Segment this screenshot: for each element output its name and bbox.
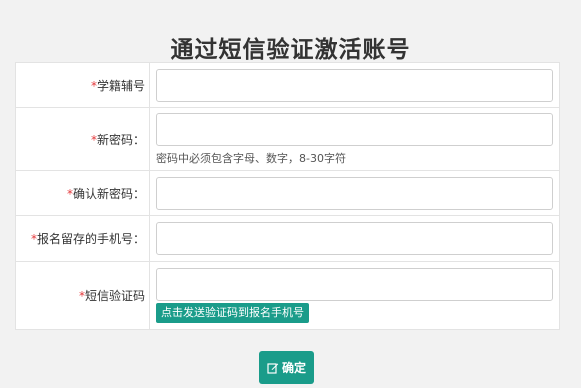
form-row-sms-code: *短信验证码 点击发送验证码到报名手机号 [15,261,560,330]
form-field-cell: 密码中必须包含字母、数字，8-30字符 [149,107,560,171]
form-row-phone: *报名留存的手机号： [15,215,560,262]
form-label-cell: *报名留存的手机号： [15,215,150,262]
edit-icon [267,362,279,374]
form-label-cell: *新密码： [15,107,150,171]
activation-form: *学籍辅号 *新密码： 密码中必须包含字母、数字，8-30字符 *确认新密码： [15,62,560,330]
confirm-button[interactable]: 确定 [259,351,314,384]
confirm-button-label: 确定 [281,361,306,375]
phone-input[interactable] [156,222,553,255]
student-id-input[interactable] [156,68,553,102]
form-row-confirm-password: *确认新密码： [15,170,560,216]
sms-code-input[interactable] [156,268,553,301]
new-password-input[interactable] [156,112,553,146]
confirm-password-input[interactable] [156,176,553,210]
form-row-new-password: *新密码： 密码中必须包含字母、数字，8-30字符 [15,107,560,171]
send-sms-code-button[interactable]: 点击发送验证码到报名手机号 [156,303,309,323]
phone-label: 报名留存的手机号： [36,232,145,246]
activation-page: 通过短信验证激活账号 *学籍辅号 *新密码： 密码中必须包含字母、数字，8-30… [0,0,581,388]
form-row-student-id: *学籍辅号 [15,62,560,108]
form-label-cell: *确认新密码： [15,170,150,216]
new-password-label: 新密码： [96,132,145,147]
sms-code-label: 短信验证码 [84,289,145,303]
form-label-cell: *短信验证码 [15,261,150,330]
confirm-password-label: 确认新密码： [72,186,145,201]
password-hint: 密码中必须包含字母、数字，8-30字符 [156,151,346,165]
page-title: 通过短信验证激活账号 [170,37,411,63]
form-field-cell: 点击发送验证码到报名手机号 [149,261,560,330]
form-field-cell [149,170,560,216]
form-field-cell [149,215,560,262]
student-id-label: 学籍辅号 [96,78,145,93]
form-field-cell [149,62,560,108]
form-label-cell: *学籍辅号 [15,62,150,108]
